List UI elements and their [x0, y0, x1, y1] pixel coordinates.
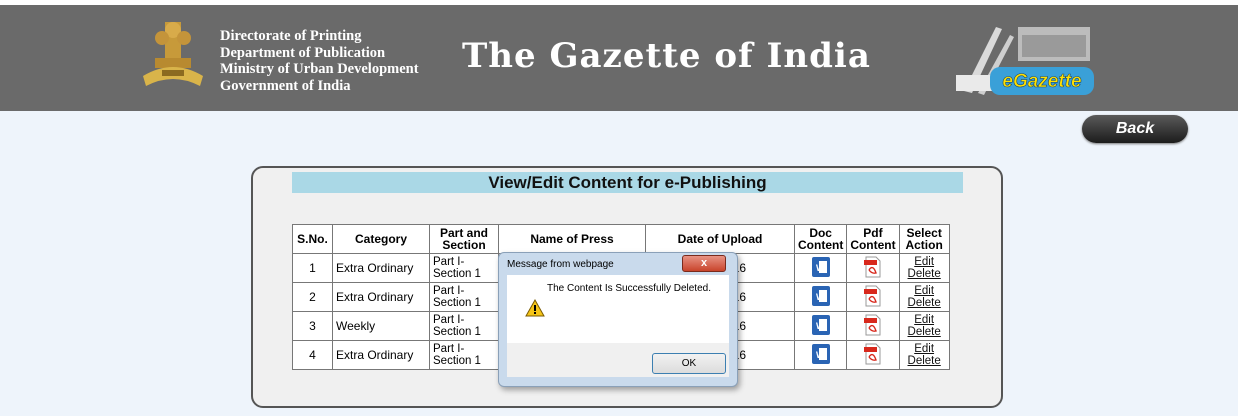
pdf-icon[interactable]	[863, 285, 882, 307]
edit-link[interactable]: Edit	[903, 314, 946, 326]
delete-link[interactable]: Delete	[903, 355, 946, 367]
svg-text:W: W	[816, 263, 825, 273]
cell-sno: 2	[292, 282, 333, 312]
pdf-icon[interactable]	[863, 343, 882, 365]
org-line-department: Department of Publication	[220, 44, 386, 61]
edit-link[interactable]: Edit	[903, 285, 946, 297]
cell-doc[interactable]: W	[793, 340, 848, 370]
panel-title: View/Edit Content for e-Publishing	[292, 172, 963, 193]
word-doc-icon[interactable]: W	[811, 343, 831, 365]
cell-category: Weekly	[332, 311, 430, 341]
cell-doc[interactable]: W	[793, 282, 848, 312]
cell-doc[interactable]: W	[793, 311, 848, 341]
svg-text:W: W	[816, 321, 825, 331]
word-doc-icon[interactable]: W	[811, 285, 831, 307]
edit-link[interactable]: Edit	[903, 256, 946, 268]
gazette-title: The Gazette of India	[462, 36, 871, 76]
cell-category: Extra Ordinary	[332, 253, 430, 283]
cell-pdf[interactable]	[846, 253, 900, 283]
cell-part: Part I-Section 1	[429, 253, 499, 283]
cell-action: Edit Delete	[898, 253, 950, 283]
col-category: Category	[332, 224, 430, 254]
org-line-government: Government of India	[220, 77, 351, 94]
col-sno: S.No.	[292, 224, 333, 254]
organization-block: Directorate of Printing Department of Pu…	[220, 28, 419, 94]
delete-link[interactable]: Delete	[903, 326, 946, 338]
message-dialog: Message from webpage x The Content Is Su…	[498, 252, 738, 387]
egazette-logo: eGazette	[956, 27, 1094, 95]
cell-action: Edit Delete	[898, 311, 950, 341]
svg-text:W: W	[816, 350, 825, 360]
col-press: Name of Press	[498, 224, 646, 254]
col-action: Select Action	[898, 224, 950, 254]
cell-pdf[interactable]	[846, 340, 900, 370]
cell-part: Part I-Section 1	[429, 282, 499, 312]
pdf-icon[interactable]	[863, 256, 882, 278]
cell-sno: 4	[292, 340, 333, 370]
word-doc-icon[interactable]: W	[811, 256, 831, 278]
cell-action: Edit Delete	[898, 282, 950, 312]
state-emblem-icon	[143, 22, 203, 86]
warning-icon	[525, 299, 545, 317]
cell-doc[interactable]: W	[793, 253, 848, 283]
cell-category: Extra Ordinary	[332, 340, 430, 370]
cell-action: Edit Delete	[898, 340, 950, 370]
cell-pdf[interactable]	[846, 311, 900, 341]
col-pdf: Pdf Content	[846, 224, 900, 254]
cell-part: Part I-Section 1	[429, 340, 499, 370]
dialog-close-button[interactable]: x	[682, 255, 726, 272]
org-line-ministry: Ministry of Urban Development	[220, 61, 419, 77]
dialog-title: Message from webpage	[507, 259, 614, 270]
cell-pdf[interactable]	[846, 282, 900, 312]
edit-link[interactable]: Edit	[903, 343, 946, 355]
logo-text: eGazette	[1002, 71, 1082, 92]
cell-category: Extra Ordinary	[332, 282, 430, 312]
cell-part: Part I-Section 1	[429, 311, 499, 341]
pdf-icon[interactable]	[863, 314, 882, 336]
delete-link[interactable]: Delete	[903, 297, 946, 309]
ok-button[interactable]: OK	[652, 353, 726, 374]
dialog-message: The Content Is Successfully Deleted.	[547, 283, 711, 294]
col-part-section: Part and Section	[429, 224, 499, 254]
cell-sno: 1	[292, 253, 333, 283]
word-doc-icon[interactable]: W	[811, 314, 831, 336]
col-date: Date of Upload	[645, 224, 795, 254]
back-button[interactable]: Back	[1082, 115, 1188, 143]
svg-text:W: W	[816, 292, 825, 302]
col-doc: Doc Content	[793, 224, 848, 254]
delete-link[interactable]: Delete	[903, 268, 946, 280]
org-line-directorate: Directorate of Printing	[220, 28, 362, 44]
cell-sno: 3	[292, 311, 333, 341]
table-header-row: S.No. Category Part and Section Name of …	[292, 224, 950, 254]
